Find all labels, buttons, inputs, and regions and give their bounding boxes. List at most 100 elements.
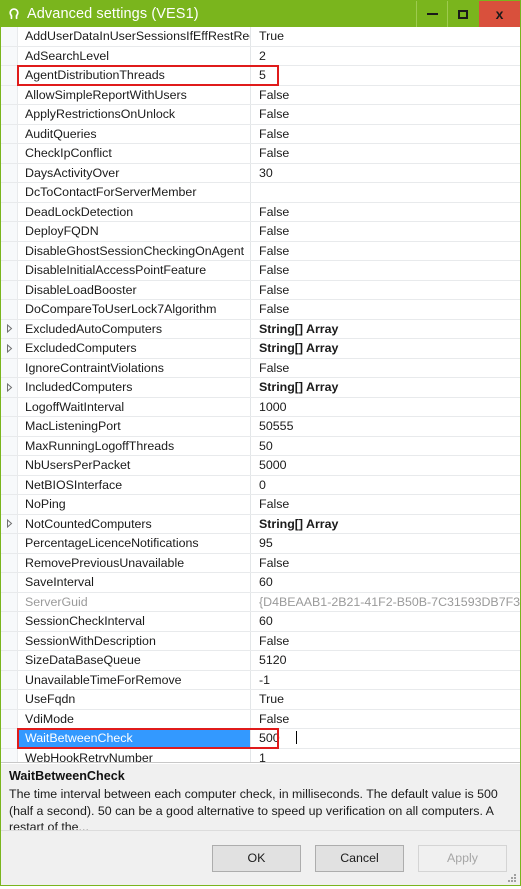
property-row[interactable]: DisableGhostSessionCheckingOnAgent False — [1, 241, 520, 261]
property-row[interactable]: NetBIOSInterface 0 — [1, 475, 520, 495]
property-row[interactable]: SaveInterval 60 — [1, 573, 520, 593]
property-row[interactable]: AdSearchLevel 2 — [1, 46, 520, 66]
property-value[interactable]: 50555 — [251, 417, 520, 436]
property-row[interactable]: WaitBetweenCheck 500 — [1, 729, 520, 749]
expand-toggle[interactable] — [1, 319, 18, 338]
property-row[interactable]: DcToContactForServerMember — [1, 183, 520, 203]
property-value[interactable]: False — [251, 300, 520, 319]
ok-button[interactable]: OK — [212, 844, 301, 872]
property-name[interactable]: DisableLoadBooster — [18, 280, 251, 299]
property-row[interactable]: PercentageLicenceNotifications 95 — [1, 534, 520, 554]
property-value[interactable]: 2 — [251, 47, 520, 66]
property-name[interactable]: PercentageLicenceNotifications — [18, 534, 251, 553]
property-value[interactable]: String[] Array — [251, 339, 520, 358]
property-name[interactable]: DcToContactForServerMember — [18, 183, 251, 202]
expand-toggle[interactable] — [1, 339, 18, 358]
property-name[interactable]: AllowSimpleReportWithUsers — [18, 85, 251, 104]
property-row[interactable]: ExcludedComputers String[] Array — [1, 339, 520, 359]
property-value[interactable]: False — [251, 359, 520, 378]
property-value-input[interactable]: 500 — [259, 730, 295, 747]
property-name[interactable]: DeadLockDetection — [18, 202, 251, 221]
property-row[interactable]: SessionCheckInterval 60 — [1, 612, 520, 632]
property-row[interactable]: AuditQueries False — [1, 124, 520, 144]
property-value[interactable]: False — [251, 203, 520, 222]
property-name[interactable]: DaysActivityOver — [18, 163, 251, 182]
cancel-button[interactable]: Cancel — [315, 844, 404, 872]
property-value[interactable]: String[] Array — [251, 515, 520, 534]
property-value[interactable]: 60 — [251, 573, 520, 592]
property-row[interactable]: DaysActivityOver 30 — [1, 163, 520, 183]
property-value[interactable]: 0 — [251, 476, 520, 495]
property-row[interactable]: NoPing False — [1, 495, 520, 515]
property-row[interactable]: DeployFQDN False — [1, 222, 520, 242]
property-name[interactable]: ExcludedComputers — [18, 339, 251, 358]
property-name[interactable]: UseFqdn — [18, 690, 251, 709]
property-value[interactable]: True — [251, 27, 520, 46]
property-name[interactable]: WebHookRetryNumber — [18, 748, 251, 762]
property-value[interactable]: 50 — [251, 437, 520, 456]
property-name[interactable]: WaitBetweenCheck — [18, 729, 251, 748]
property-row[interactable]: AddUserDataInUserSessionsIfEffRestReq Tru… — [1, 27, 520, 47]
property-value[interactable]: False — [251, 105, 520, 124]
property-name[interactable]: IgnoreContraintViolations — [18, 358, 251, 377]
property-row[interactable]: AllowSimpleReportWithUsers False — [1, 85, 520, 105]
title-bar[interactable]: Advanced settings (VES1) x — [1, 1, 520, 27]
property-name[interactable]: IncludedComputers — [18, 378, 251, 397]
property-value[interactable]: 1 — [251, 749, 520, 763]
property-value[interactable] — [251, 183, 520, 202]
property-name[interactable]: MaxRunningLogoffThreads — [18, 436, 251, 455]
property-row[interactable]: IncludedComputers String[] Array — [1, 378, 520, 398]
property-row[interactable]: WebHookRetryNumber 1 — [1, 748, 520, 763]
property-row[interactable]: NbUsersPerPacket 5000 — [1, 456, 520, 476]
property-row[interactable]: LogoffWaitInterval 1000 — [1, 397, 520, 417]
property-value[interactable]: {D4BEAAB1-2B21-41F2-B50B-7C31593DB7F3} — [251, 593, 520, 612]
property-row[interactable]: CheckIpConflict False — [1, 144, 520, 164]
resize-grip[interactable] — [505, 871, 518, 884]
close-button[interactable]: x — [478, 1, 520, 27]
property-row[interactable]: ApplyRestrictionsOnUnlock False — [1, 105, 520, 125]
property-name[interactable]: NbUsersPerPacket — [18, 456, 251, 475]
property-row[interactable]: UnavailableTimeForRemove -1 — [1, 670, 520, 690]
property-row[interactable]: ExcludedAutoComputers String[] Array — [1, 319, 520, 339]
expand-toggle[interactable] — [1, 378, 18, 397]
property-name[interactable]: DeployFQDN — [18, 222, 251, 241]
property-row[interactable]: DeadLockDetection False — [1, 202, 520, 222]
property-row[interactable]: DisableInitialAccessPointFeature False — [1, 261, 520, 281]
property-name[interactable]: SessionCheckInterval — [18, 612, 251, 631]
property-value[interactable]: False — [251, 495, 520, 514]
property-name[interactable]: MacListeningPort — [18, 417, 251, 436]
property-value[interactable]: 5 — [251, 66, 520, 85]
property-value[interactable]: False — [251, 144, 520, 163]
property-row[interactable]: AgentDistributionThreads 5 — [1, 66, 520, 86]
property-value[interactable]: 5000 — [251, 456, 520, 475]
property-name[interactable]: AuditQueries — [18, 124, 251, 143]
property-value[interactable]: 1000 — [251, 398, 520, 417]
property-name[interactable]: DisableInitialAccessPointFeature — [18, 261, 251, 280]
property-value[interactable]: False — [251, 281, 520, 300]
property-name[interactable]: NetBIOSInterface — [18, 475, 251, 494]
property-grid-scroll[interactable]: AddUserDataInUserSessionsIfEffRestReq Tru… — [1, 27, 520, 763]
property-value[interactable]: False — [251, 222, 520, 241]
property-name[interactable]: ExcludedAutoComputers — [18, 319, 251, 338]
property-value[interactable]: False — [251, 710, 520, 729]
expand-toggle[interactable] — [1, 514, 18, 533]
maximize-button[interactable] — [447, 1, 478, 27]
property-value[interactable]: 500 — [251, 729, 520, 748]
property-value[interactable]: False — [251, 242, 520, 261]
property-name[interactable]: NoPing — [18, 495, 251, 514]
property-value[interactable]: False — [251, 554, 520, 573]
property-row[interactable]: NotCountedComputers String[] Array — [1, 514, 520, 534]
property-value[interactable]: 95 — [251, 534, 520, 553]
property-name[interactable]: RemovePreviousUnavailable — [18, 553, 251, 572]
property-name[interactable]: LogoffWaitInterval — [18, 397, 251, 416]
property-value[interactable]: False — [251, 632, 520, 651]
property-name[interactable]: CheckIpConflict — [18, 144, 251, 163]
property-row[interactable]: SessionWithDescription False — [1, 631, 520, 651]
property-name[interactable]: DisableGhostSessionCheckingOnAgent — [18, 241, 251, 260]
property-name[interactable]: NotCountedComputers — [18, 514, 251, 533]
property-row[interactable]: MacListeningPort 50555 — [1, 417, 520, 437]
minimize-button[interactable] — [416, 1, 447, 27]
property-name[interactable]: ServerGuid — [18, 592, 251, 611]
property-value[interactable]: String[] Array — [251, 378, 520, 397]
property-row[interactable]: DisableLoadBooster False — [1, 280, 520, 300]
